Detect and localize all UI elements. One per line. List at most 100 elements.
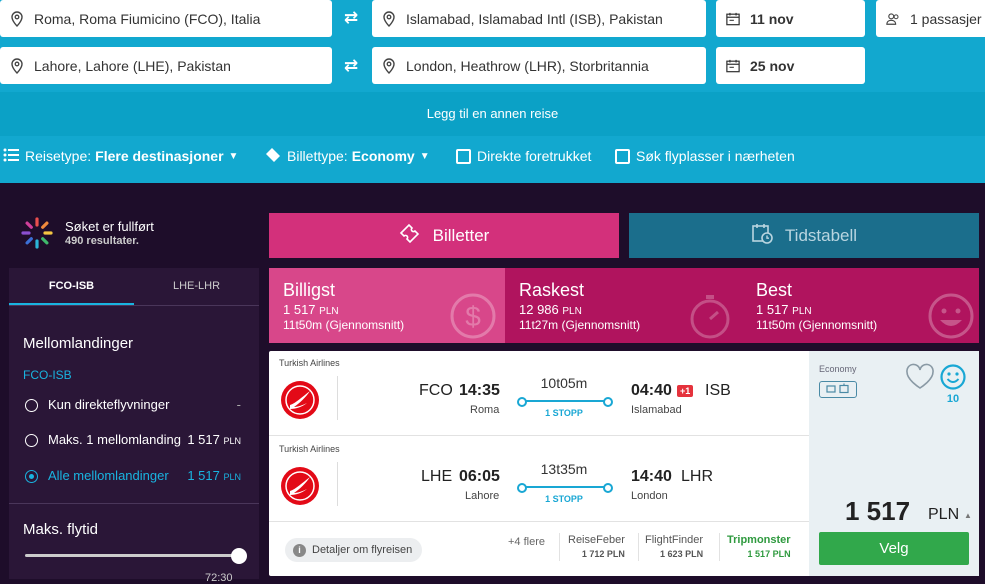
- people-icon: [886, 11, 900, 27]
- arrival-time: 14:40: [631, 468, 672, 485]
- origin-field-leg-1[interactable]: Roma, Roma Fiumicino (FCO), Italia: [0, 0, 332, 37]
- departure-city: Lahore: [465, 490, 500, 502]
- info-icon: i: [293, 543, 306, 557]
- origin-text: Lahore, Lahore (LHE), Pakistan: [34, 57, 231, 74]
- departure-city: Roma: [470, 404, 500, 416]
- location-pin-icon: [10, 57, 24, 74]
- person-icon: ▲: [964, 511, 972, 520]
- duration-slider-track[interactable]: [25, 554, 239, 557]
- arrival-city: Islamabad: [631, 404, 682, 416]
- flight-details-button[interactable]: i Detaljer om flyreisen: [285, 538, 423, 562]
- flight-segment: Turkish Airlines LHE 06:05 Lahore 13t35m…: [269, 437, 809, 521]
- checkbox-icon[interactable]: [615, 148, 630, 164]
- departure-airport: LHE: [421, 468, 453, 485]
- stop-option-label: Alle mellomlandinger: [48, 468, 169, 483]
- stopwatch-icon: [686, 292, 734, 343]
- destination-field-leg-1[interactable]: Islamabad, Islamabad Intl (ISB), Pakista…: [372, 0, 706, 37]
- provider-flightfinder[interactable]: FlightFinder 1 623 PLN: [645, 534, 703, 559]
- sort-tab-fastest[interactable]: Raskest 12 986 PLN 11t27m (Gjennomsnitt): [505, 268, 742, 343]
- more-providers-link[interactable]: +4 flere: [508, 536, 545, 548]
- swap-icon[interactable]: ⇄: [339, 8, 363, 28]
- smiley-icon: [927, 292, 975, 343]
- divider: [9, 503, 259, 504]
- calendar-clock-icon: [751, 222, 773, 249]
- date-field-leg-2[interactable]: 25 nov: [716, 47, 865, 84]
- location-pin-icon: [10, 10, 24, 27]
- chevron-down-icon: ▼: [228, 150, 239, 162]
- destination-text: Islamabad, Islamabad Intl (ISB), Pakista…: [406, 10, 663, 27]
- arrival-airport: ISB: [705, 382, 731, 399]
- add-trip-button[interactable]: Legg til en annen reise: [0, 92, 985, 136]
- location-pin-icon: [382, 10, 396, 27]
- route-line: [517, 483, 613, 493]
- departure-airport: FCO: [419, 382, 453, 399]
- airline-name: Turkish Airlines: [279, 444, 340, 454]
- flight-duration: 10t05m: [540, 375, 588, 391]
- date-text: 11 nov: [750, 10, 794, 27]
- destination-field-leg-2[interactable]: London, Heathrow (LHR), Storbritannia: [372, 47, 706, 84]
- divider: [337, 376, 338, 420]
- ticket-type-value: Economy: [351, 148, 415, 164]
- filter-sidebar: FCO-ISB LHE-LHR Mellomlandinger FCO-ISB …: [9, 268, 259, 584]
- swap-icon[interactable]: ⇄: [339, 56, 363, 76]
- direct-preferred-label: Direkte foretrukket: [477, 148, 592, 164]
- tab-lhe-lhr[interactable]: LHE-LHR: [134, 268, 259, 305]
- divider: [269, 521, 809, 522]
- result-count: 490 resultater.: [65, 235, 139, 247]
- stop-option-price: 1 517 PLN: [187, 432, 241, 447]
- search-panel: Roma, Roma Fiumicino (FCO), Italia ⇄ Isl…: [0, 0, 985, 183]
- radio-icon[interactable]: [25, 434, 38, 447]
- spinner-icon: [20, 216, 54, 250]
- day-offset-badge: +1: [677, 385, 694, 397]
- svg-text:$: $: [465, 301, 481, 332]
- price-panel: Economy 10 1 517 PLN ▲ Velg: [809, 351, 979, 576]
- nearby-airports-checkbox[interactable]: Søk flyplasser i nærheten: [615, 146, 795, 166]
- airline-name: Turkish Airlines: [279, 358, 340, 368]
- score-value: 10: [946, 393, 960, 405]
- location-pin-icon: [382, 57, 396, 74]
- passengers-text: 1 passasjer: [910, 10, 982, 27]
- provider-reisefeber[interactable]: ReiseFeber 1 712 PLN: [568, 534, 625, 559]
- stop-option-price: 1 517 PLN: [187, 468, 241, 483]
- timetable-button[interactable]: Tidstabell: [629, 213, 979, 258]
- stop-option-price: -: [236, 397, 241, 412]
- flight-segment: Turkish Airlines FCO 14:35 Roma 10t05m 1…: [269, 351, 809, 435]
- route-icon: [3, 148, 19, 165]
- duration-slider-handle[interactable]: [231, 548, 247, 564]
- nearby-airports-label: Søk flyplasser i nærheten: [636, 148, 795, 164]
- ticket-type-select[interactable]: Billettype: Economy ▼: [265, 146, 430, 166]
- route-line: [517, 397, 613, 407]
- turkish-airlines-logo: [281, 467, 319, 505]
- sort-tab-best[interactable]: Best 1 517 PLN 11t50m (Gjennomsnitt): [742, 268, 979, 343]
- price-currency: PLN: [928, 506, 960, 523]
- calendar-icon: [726, 58, 740, 74]
- tab-fco-isb[interactable]: FCO-ISB: [9, 268, 134, 305]
- heart-icon[interactable]: [905, 363, 935, 395]
- destination-text: London, Heathrow (LHR), Storbritannia: [406, 57, 649, 74]
- origin-field-leg-2[interactable]: Lahore, Lahore (LHE), Pakistan: [0, 47, 332, 84]
- ticket-type-label: Billettype:: [287, 148, 348, 164]
- tickets-button[interactable]: Billetter: [269, 213, 619, 258]
- passengers-field[interactable]: 1 passasjer: [876, 0, 985, 37]
- direct-preferred-checkbox[interactable]: Direkte foretrukket: [456, 146, 591, 166]
- date-field-leg-1[interactable]: 11 nov: [716, 0, 865, 37]
- departure-time: 14:35: [459, 382, 500, 399]
- radio-icon[interactable]: [25, 399, 38, 412]
- divider: [719, 533, 720, 561]
- dollar-coin-icon: $: [449, 292, 497, 343]
- timetable-label: Tidstabell: [784, 225, 858, 245]
- select-button[interactable]: Velg: [819, 532, 969, 565]
- arrival-time: 04:40: [631, 382, 672, 399]
- tickets-label: Billetter: [432, 225, 490, 245]
- origin-text: Roma, Roma Fiumicino (FCO), Italia: [34, 10, 261, 27]
- divider: [9, 305, 259, 306]
- divider: [559, 533, 560, 561]
- checkbox-icon[interactable]: [456, 148, 471, 164]
- provider-tripmonster[interactable]: Tripmonster 1 517 PLN: [727, 534, 791, 559]
- stops-leg-label: FCO-ISB: [23, 368, 72, 382]
- radio-icon[interactable]: [25, 470, 38, 483]
- arrival-city: London: [631, 490, 668, 502]
- trip-type-select[interactable]: Reisetype: Flere destinasjoner ▼: [3, 146, 238, 166]
- sort-tab-cheapest[interactable]: Billigst 1 517 PLN 11t50m (Gjennomsnitt)…: [269, 268, 505, 343]
- ticket-icon: [399, 223, 421, 248]
